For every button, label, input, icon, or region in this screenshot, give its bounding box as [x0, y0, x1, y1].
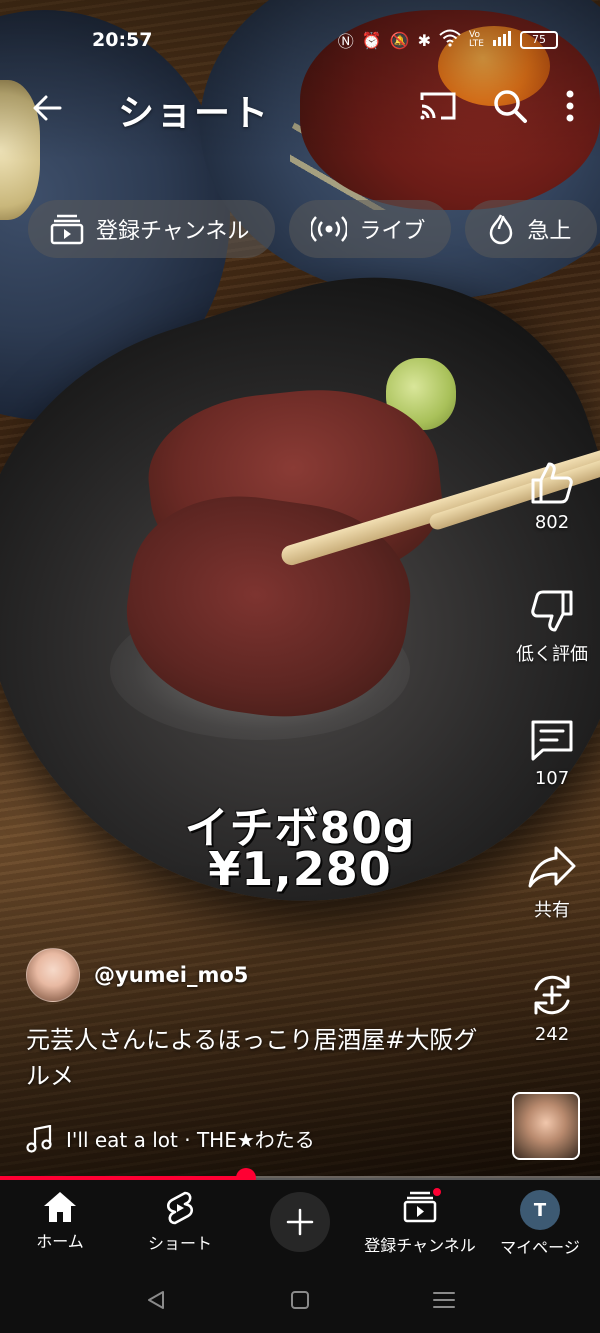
status-icons: Ⓝ ⏰ 🔕 ✱ Vo LTE 75 — [338, 28, 558, 52]
system-back-button[interactable] — [136, 1284, 176, 1316]
like-button[interactable]: 802 — [504, 460, 600, 533]
nav-shorts[interactable]: ショート — [120, 1190, 240, 1254]
nfc-icon: Ⓝ — [337, 32, 354, 51]
like-count: 802 — [534, 512, 570, 533]
nav-label: 登録チャンネル — [364, 1236, 476, 1255]
chip-live[interactable]: ライブ — [289, 200, 452, 258]
menu-lines-icon — [433, 1292, 455, 1308]
profile-avatar: T — [520, 1190, 560, 1230]
music-row[interactable]: I'll eat a lot · THE★わたる — [26, 1124, 315, 1153]
search-button[interactable] — [488, 84, 532, 128]
dislike-button[interactable]: 低く評価 — [504, 588, 600, 666]
share-label: 共有 — [534, 900, 570, 921]
chip-label: 急上 — [527, 219, 572, 244]
battery-icon: 75 — [520, 31, 558, 49]
music-note-icon — [26, 1124, 52, 1153]
nav-label: マイページ — [500, 1238, 580, 1257]
system-recents-button[interactable] — [424, 1284, 464, 1316]
trending-icon — [490, 214, 513, 245]
system-nav-bar — [0, 1268, 600, 1333]
plus-icon — [286, 1208, 314, 1236]
nav-subscriptions[interactable]: 登録チャンネル — [360, 1186, 480, 1256]
music-title: I'll eat a lot · THE★わたる — [66, 1128, 315, 1152]
mute-icon: 🔕 — [389, 30, 410, 50]
chip-subscriptions[interactable]: 登録チャンネル — [28, 200, 276, 258]
signal-icon — [492, 30, 512, 50]
triangle-back-icon — [148, 1291, 164, 1309]
search-icon — [494, 90, 527, 123]
shorts-icon — [166, 1191, 194, 1225]
channel-avatar[interactable] — [26, 948, 80, 1002]
square-home-icon — [291, 1291, 309, 1309]
back-arrow-icon — [33, 95, 62, 121]
home-icon — [44, 1192, 76, 1222]
nav-mypage[interactable]: T マイページ — [480, 1190, 600, 1258]
comment-count: 107 — [534, 768, 570, 789]
remix-button[interactable]: 242 — [504, 972, 600, 1045]
nav-label: ホーム — [36, 1232, 84, 1251]
nav-home[interactable]: ホーム — [0, 1190, 120, 1252]
chip-label: 登録チャンネル — [96, 219, 250, 244]
thumbs-up-icon — [531, 462, 573, 504]
alarm-icon: ⏰ — [361, 30, 382, 50]
chip-trending[interactable]: 急上 — [465, 200, 598, 258]
remix-count: 242 — [534, 1024, 570, 1045]
nav-label: ショート — [147, 1234, 212, 1253]
wifi-icon — [439, 29, 461, 51]
volte-icon: Vo LTE — [469, 30, 484, 49]
comment-icon — [531, 720, 573, 761]
page-title: ショート — [118, 93, 271, 134]
chip-label: ライブ — [359, 219, 426, 244]
dislike-label: 低く評価 — [516, 644, 588, 665]
status-bar: 20:57 Ⓝ ⏰ 🔕 ✱ Vo LTE 75 — [0, 22, 600, 58]
share-icon — [528, 846, 576, 888]
channel-name[interactable]: @yumei_mo5 — [94, 963, 248, 987]
share-button[interactable]: 共有 — [504, 844, 600, 922]
create-button[interactable] — [270, 1192, 330, 1252]
bluetooth-icon: ✱ — [417, 30, 432, 50]
bottom-nav: ホーム ショート 登録チャンネル T マイページ — [0, 1180, 600, 1268]
creator-row[interactable]: @yumei_mo5 — [26, 948, 248, 1002]
more-options-button[interactable] — [560, 84, 580, 128]
back-button[interactable] — [26, 86, 70, 130]
video-caption[interactable]: 元芸人さんによるほっこり居酒屋#大阪グルメ — [26, 1022, 486, 1094]
cast-button[interactable] — [416, 84, 460, 128]
filter-chips: 登録チャンネル ライブ 急上 — [28, 200, 598, 258]
comments-button[interactable]: 107 — [504, 716, 600, 789]
sound-remix-thumbnail[interactable] — [512, 1092, 580, 1160]
remix-icon — [534, 975, 570, 1015]
subscriptions-icon — [50, 214, 84, 245]
top-bar: ショート — [0, 80, 600, 136]
thumbs-down-icon — [531, 590, 573, 632]
top-actions — [416, 84, 580, 128]
status-time: 20:57 — [92, 29, 153, 51]
more-vert-icon — [566, 90, 574, 122]
notification-dot — [431, 1186, 443, 1198]
system-home-button[interactable] — [280, 1284, 320, 1316]
live-icon — [311, 216, 348, 242]
cast-icon — [420, 92, 456, 120]
